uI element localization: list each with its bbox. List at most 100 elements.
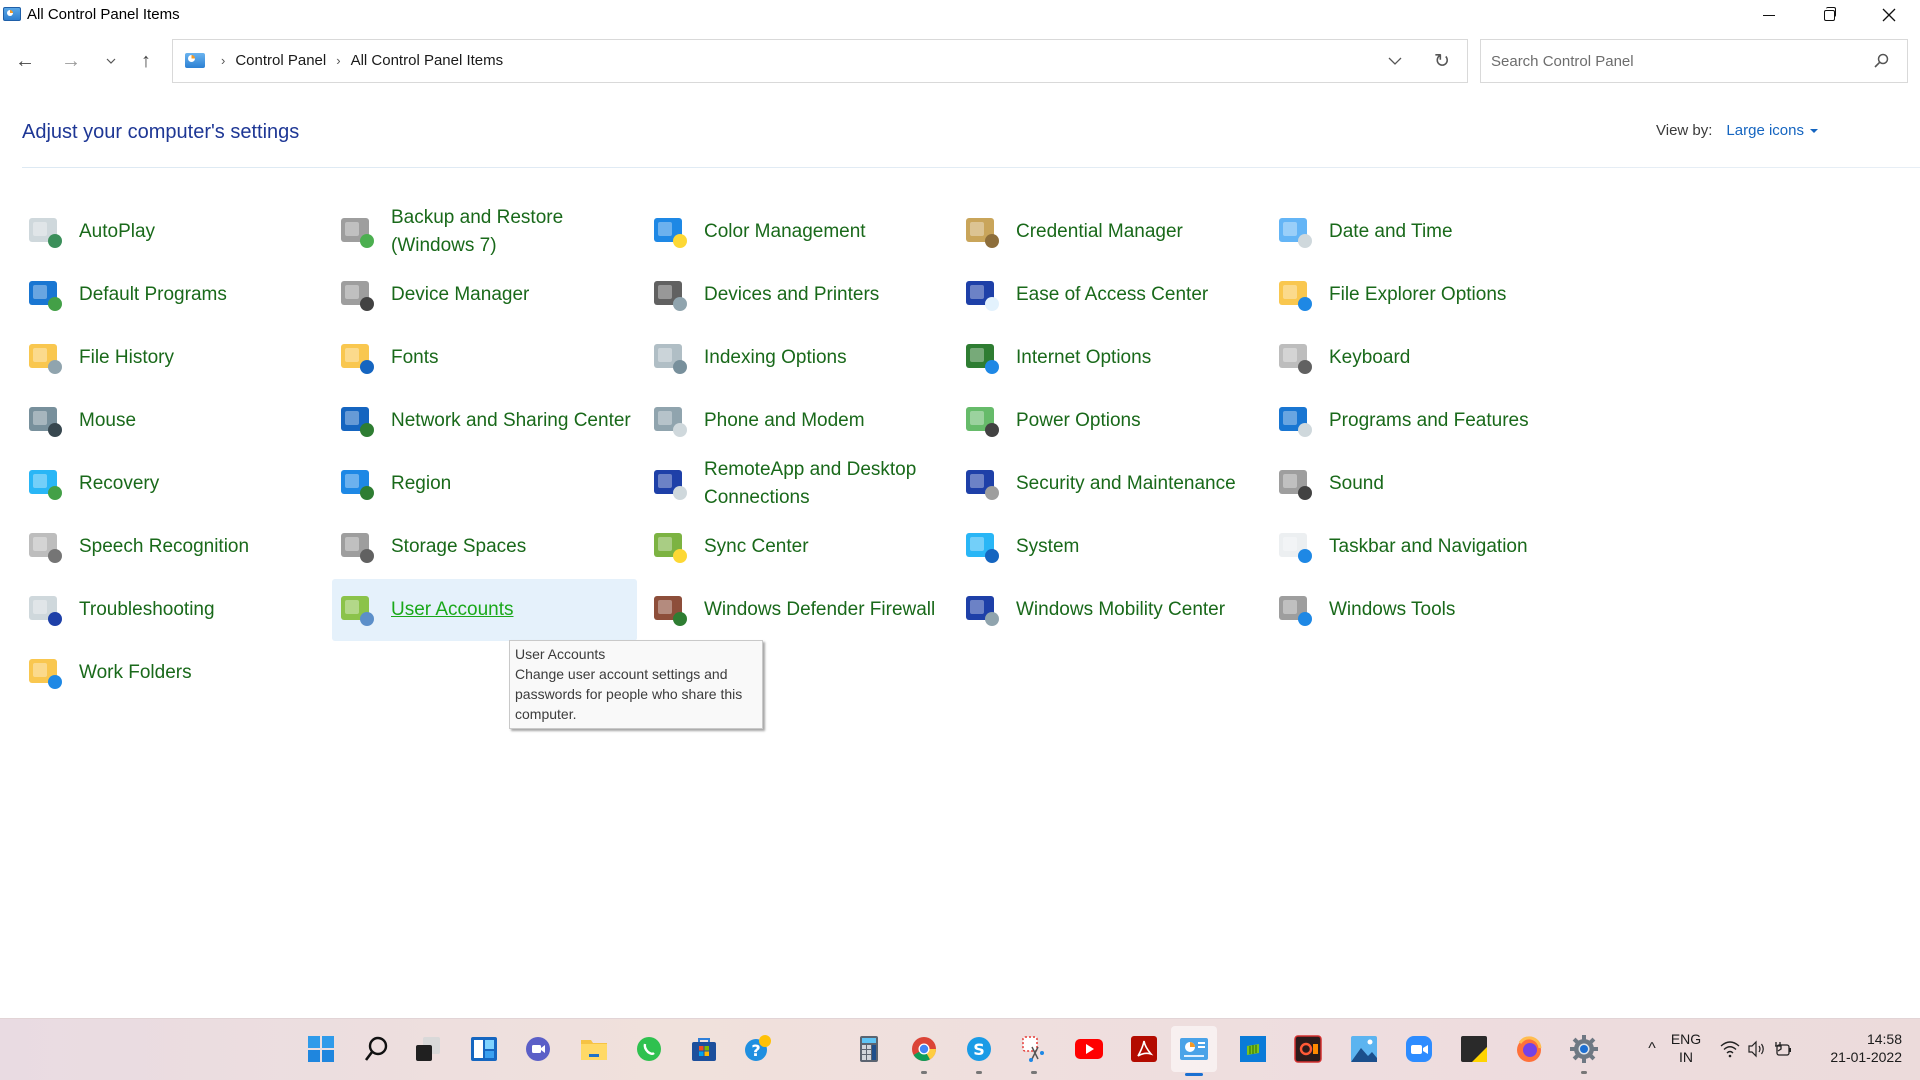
acrobat-icon — [1130, 1035, 1158, 1063]
region-icon — [337, 466, 377, 502]
widgets-icon — [470, 1035, 498, 1063]
control-panel-item-sound[interactable]: Sound — [1270, 453, 1575, 515]
store-icon — [690, 1035, 718, 1063]
control-panel-item-power-options[interactable]: Power Options — [957, 390, 1262, 452]
taskbar-youtube-button[interactable] — [1073, 1033, 1105, 1065]
file-history-icon — [25, 340, 65, 376]
taskbar-control-panel-button[interactable] — [1171, 1026, 1217, 1076]
tooltip-title: User Accounts — [515, 646, 606, 662]
taskbar-app-green-button[interactable] — [1237, 1033, 1269, 1065]
control-panel-item-system[interactable]: System — [957, 516, 1262, 578]
control-panel-item-keyboard[interactable]: Keyboard — [1270, 327, 1575, 389]
control-panel-item-fonts[interactable]: Fonts — [332, 327, 637, 389]
control-panel-item-speech-recognition[interactable]: Speech Recognition — [20, 516, 325, 578]
control-panel-item-backup-and-restore-windows-7[interactable]: Backup and Restore (Windows 7) — [332, 201, 637, 263]
phone-modem-icon — [650, 403, 690, 439]
control-panel-item-remoteapp-and-desktop-connections[interactable]: RemoteApp and Desktop Connections — [645, 453, 950, 515]
show-hidden-icons-button[interactable]: ^ — [1636, 1033, 1668, 1065]
control-panel-item-network-and-sharing-center[interactable]: Network and Sharing Center — [332, 390, 637, 452]
item-label: Work Folders — [79, 662, 192, 683]
item-label: Keyboard — [1329, 347, 1411, 368]
taskbar-get-help-button[interactable]: ? — [742, 1033, 774, 1065]
taskbar-widgets-button[interactable] — [468, 1033, 500, 1065]
item-label: Security and Maintenance — [1016, 473, 1236, 494]
item-label: File History — [79, 347, 175, 368]
taskbar-search-button[interactable] — [360, 1033, 392, 1065]
control-panel-item-file-history[interactable]: File History — [20, 327, 325, 389]
taskbar-settings-button[interactable] — [1568, 1033, 1600, 1074]
control-panel-item-windows-tools[interactable]: Windows Tools — [1270, 579, 1575, 641]
power-options-icon — [962, 403, 1002, 439]
network-volume-battery-button[interactable] — [1716, 1033, 1796, 1065]
control-panel-item-storage-spaces[interactable]: Storage Spaces — [332, 516, 637, 578]
internet-options-icon — [962, 340, 1002, 376]
work-folders-icon — [25, 655, 65, 691]
control-panel-item-taskbar-and-navigation[interactable]: Taskbar and Navigation — [1270, 516, 1575, 578]
help-icon: ? — [743, 1034, 773, 1064]
date-time-icon — [1275, 214, 1315, 250]
control-panel-item-indexing-options[interactable]: Indexing Options — [645, 327, 950, 389]
whatsapp-icon — [635, 1035, 663, 1063]
control-panel-item-color-management[interactable]: Color Management — [645, 201, 950, 263]
taskbar-chat-button[interactable] — [522, 1033, 554, 1065]
control-panel-item-phone-and-modem[interactable]: Phone and Modem — [645, 390, 950, 452]
control-panel-item-devices-and-printers[interactable]: Devices and Printers — [645, 264, 950, 326]
control-panel-item-credential-manager[interactable]: Credential Manager — [957, 201, 1262, 263]
taskbar-task-view-button[interactable] — [412, 1033, 444, 1065]
remoteapp-icon — [650, 466, 690, 502]
recorder-icon — [1294, 1035, 1322, 1063]
item-label: Recovery — [79, 473, 160, 494]
control-panel-item-date-and-time[interactable]: Date and Time — [1270, 201, 1575, 263]
taskbar-snipping-tool-button[interactable] — [1018, 1033, 1050, 1074]
file-explorer-options-icon — [1275, 277, 1315, 313]
control-panel-item-device-manager[interactable]: Device Manager — [332, 264, 637, 326]
control-panel-item-region[interactable]: Region — [332, 453, 637, 515]
mouse-icon — [25, 403, 65, 439]
item-label: Programs and Features — [1329, 410, 1529, 431]
control-panel-item-ease-of-access-center[interactable]: Ease of Access Center — [957, 264, 1262, 326]
control-panel-item-recovery[interactable]: Recovery — [20, 453, 325, 515]
item-label: User Accounts — [391, 599, 514, 620]
taskbar-microsoft-store-button[interactable] — [688, 1033, 720, 1065]
item-label: Troubleshooting — [79, 599, 215, 620]
taskbar-calculator-button[interactable] — [853, 1033, 885, 1065]
clock[interactable]: 14:58 21-01-2022 — [1812, 1030, 1902, 1066]
taskbar-sticky-notes-button[interactable] — [1458, 1033, 1490, 1065]
control-panel-item-programs-and-features[interactable]: Programs and Features — [1270, 390, 1575, 452]
item-label: Taskbar and Navigation — [1329, 536, 1528, 557]
control-panel-item-windows-mobility-center[interactable]: Windows Mobility Center — [957, 579, 1262, 641]
taskbar-chrome-button[interactable] — [908, 1033, 940, 1074]
control-panel-item-autoplay[interactable]: AutoPlay — [20, 201, 325, 263]
taskbar-start-button[interactable] — [305, 1033, 337, 1065]
control-panel-item-user-accounts[interactable]: User Accounts — [332, 579, 637, 641]
taskbar-skype-button[interactable]: S — [963, 1033, 995, 1074]
control-panel-item-security-and-maintenance[interactable]: Security and Maintenance — [957, 453, 1262, 515]
control-panel-item-troubleshooting[interactable]: Troubleshooting — [20, 579, 325, 641]
taskbar-screen-recorder-button[interactable] — [1292, 1033, 1324, 1065]
svg-text:S: S — [973, 1040, 985, 1059]
control-panel-item-default-programs[interactable]: Default Programs — [20, 264, 325, 326]
control-panel-item-file-explorer-options[interactable]: File Explorer Options — [1270, 264, 1575, 326]
device-manager-icon — [337, 277, 377, 313]
taskbar-firefox-button[interactable] — [1513, 1033, 1545, 1065]
devices-printers-icon — [650, 277, 690, 313]
item-label: Color Management — [704, 221, 866, 242]
control-panel-item-internet-options[interactable]: Internet Options — [957, 327, 1262, 389]
taskbar-acrobat-button[interactable] — [1128, 1033, 1160, 1065]
youtube-icon — [1074, 1038, 1104, 1060]
language-indicator[interactable]: ENG IN — [1668, 1030, 1704, 1066]
control-panel-item-windows-defender-firewall[interactable]: Windows Defender Firewall — [645, 579, 950, 641]
item-label: Sound — [1329, 473, 1384, 494]
windows-start-icon — [307, 1035, 335, 1063]
sync-center-icon — [650, 529, 690, 565]
tooltip: User Accounts Change user account settin… — [509, 640, 763, 729]
taskbar-photos-button[interactable] — [1348, 1033, 1380, 1065]
taskbar-zoom-button[interactable] — [1403, 1033, 1435, 1065]
control-panel-item-sync-center[interactable]: Sync Center — [645, 516, 950, 578]
taskbar-file-explorer-button[interactable] — [578, 1033, 610, 1065]
taskbar-whatsapp-button[interactable] — [633, 1033, 665, 1065]
folder-icon — [580, 1035, 608, 1063]
control-panel-item-work-folders[interactable]: Work Folders — [20, 642, 325, 704]
control-panel-item-mouse[interactable]: Mouse — [20, 390, 325, 452]
battery-charging-icon — [1775, 1042, 1791, 1056]
